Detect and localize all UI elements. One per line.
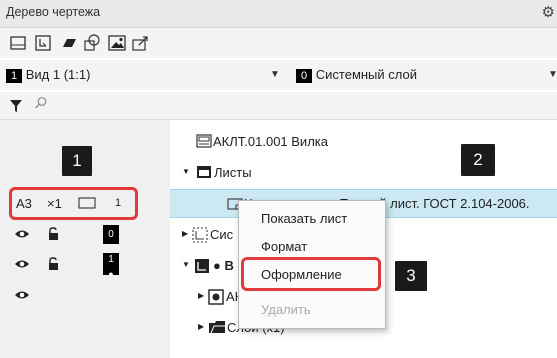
- chevron-right-icon[interactable]: ▶: [198, 291, 204, 300]
- view-label: ● В: [213, 258, 234, 273]
- eye-icon[interactable]: [14, 228, 30, 243]
- panel-titlebar: Дерево чертежа ⚙: [0, 0, 557, 28]
- tree-toolbar: [0, 28, 557, 58]
- sheets-folder-icon: [196, 165, 212, 182]
- eye-icon[interactable]: [14, 258, 30, 273]
- search-icon: [35, 97, 47, 109]
- search-input[interactable]: [34, 96, 534, 114]
- layer-number-badge: 1 ●: [103, 253, 119, 279]
- layer-icon[interactable]: [58, 33, 78, 53]
- layer-select-label: Системный слой: [315, 67, 417, 82]
- lock-icon[interactable]: [47, 227, 59, 244]
- chevron-down-icon[interactable]: ▼: [182, 167, 190, 176]
- view-active-icon: [194, 258, 210, 277]
- chevron-down-icon[interactable]: ▼: [182, 260, 190, 269]
- layer-row-0: 0: [0, 220, 170, 249]
- tree-item-document[interactable]: АКЛТ.01.001 Вилка: [170, 127, 557, 156]
- menu-item-delete: Удалить: [261, 302, 311, 317]
- document-icon: [196, 134, 212, 151]
- view-number: 1: [6, 69, 23, 83]
- view-select-label: Вид 1 (1:1): [25, 67, 91, 82]
- view-select[interactable]: 1 Вид 1 (1:1) ▼: [6, 67, 282, 85]
- layer-row-1: 1 ●: [0, 250, 170, 279]
- document-label: АКЛТ.01.001 Вилка: [213, 134, 328, 149]
- filter-row: [0, 92, 557, 120]
- gear-icon[interactable]: ⚙: [542, 3, 555, 21]
- layers-icon: [208, 320, 226, 337]
- chevron-right-icon[interactable]: ▶: [198, 322, 204, 331]
- chevron-down-icon[interactable]: ▼: [548, 69, 557, 80]
- chevron-right-icon[interactable]: ▶: [182, 229, 188, 238]
- object-icon[interactable]: [82, 33, 102, 53]
- callout-3-highlight: [241, 257, 381, 291]
- callout-1: 1: [62, 146, 92, 176]
- menu-item-show-sheet[interactable]: Показать лист: [239, 205, 385, 233]
- callout-1-highlight: [9, 187, 138, 220]
- layer-row-2: [0, 281, 170, 310]
- frame-icon[interactable]: [8, 33, 28, 53]
- system-view-label: Сис: [210, 227, 234, 242]
- image-icon[interactable]: [107, 33, 127, 53]
- model-icon: [208, 289, 224, 308]
- layer-select[interactable]: 0 Системный слой ▼: [296, 67, 557, 85]
- lock-icon[interactable]: [47, 257, 59, 274]
- view-icon: [192, 227, 208, 246]
- eye-icon[interactable]: [14, 289, 30, 304]
- panel-title: Дерево чертежа: [6, 5, 101, 19]
- callout-3: 3: [395, 261, 427, 291]
- filter-icon[interactable]: [9, 99, 23, 116]
- sheets-folder-label: Листы: [214, 165, 252, 180]
- layer-number: 0: [296, 69, 313, 83]
- view-icon[interactable]: [33, 33, 53, 53]
- callout-2: 2: [461, 144, 495, 176]
- export-icon[interactable]: [131, 33, 151, 53]
- layer-number-badge: 0: [103, 225, 119, 244]
- tree-item-sheets[interactable]: ▼ Листы: [170, 158, 557, 187]
- combo-row: 1 Вид 1 (1:1) ▼ 0 Системный слой ▼: [0, 60, 557, 90]
- chevron-down-icon[interactable]: ▼: [270, 69, 280, 80]
